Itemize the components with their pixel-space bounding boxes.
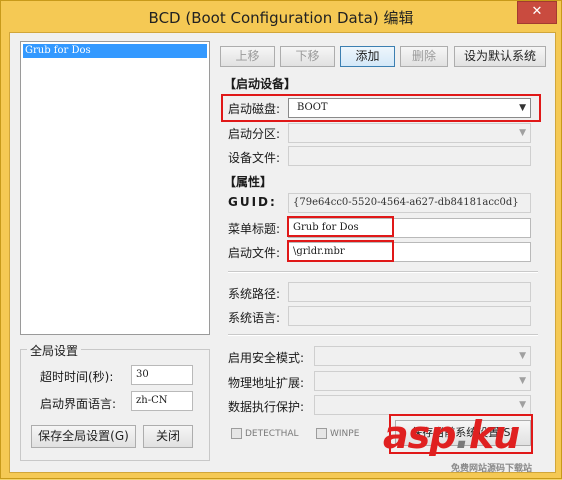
ui-language-label: 启动界面语言: (40, 397, 117, 411)
boot-entry-list[interactable]: Grub for Dos (20, 41, 210, 335)
chevron-down-icon: ▼ (519, 351, 526, 361)
add-button[interactable]: 添加 (340, 46, 395, 67)
checkbox-icon (316, 428, 327, 439)
move-up-button[interactable]: 上移 (220, 46, 275, 67)
global-settings-title: 全局设置 (27, 342, 82, 359)
system-path-input[interactable] (288, 282, 531, 302)
ui-language-input[interactable]: zh-CN (131, 391, 193, 411)
boot-partition-select[interactable]: ▼ (288, 123, 531, 143)
watermark-subtitle: 免费网站源码下载站 (451, 464, 533, 474)
boot-partition-label: 启动分区: (228, 127, 281, 141)
window-title: BCD (Boot Configuration Data) 编辑 (148, 9, 414, 27)
system-language-input[interactable] (288, 306, 531, 326)
bcd-editor-window: BCD (Boot Configuration Data) 编辑 ✕ Grub … (0, 0, 562, 479)
watermark-text: asp.ku (383, 413, 520, 457)
move-down-button[interactable]: 下移 (280, 46, 335, 67)
save-global-settings-button[interactable]: 保存全局设置(G) (31, 425, 136, 448)
close-button[interactable]: 关闭 (143, 425, 193, 448)
divider (228, 334, 538, 336)
pae-select[interactable]: ▼ (314, 371, 531, 391)
dep-label: 数据执行保护: (228, 400, 305, 414)
detecthal-checkbox[interactable]: DETECTHAL (231, 428, 299, 439)
menu-title-highlight (287, 216, 394, 237)
title-bar: BCD (Boot Configuration Data) 编辑 ✕ (1, 1, 561, 33)
menu-title-label: 菜单标题: (228, 222, 281, 236)
timeout-input[interactable]: 30 (131, 365, 193, 385)
boot-device-heading: 【启动设备】 (224, 77, 297, 91)
timeout-label: 超时时间(秒): (40, 370, 114, 384)
properties-heading: 【属性】 (224, 175, 273, 189)
chevron-down-icon: ▼ (519, 376, 526, 386)
safe-mode-label: 启用安全模式: (228, 351, 305, 365)
pae-label: 物理地址扩展: (228, 376, 305, 390)
safe-mode-select[interactable]: ▼ (314, 346, 531, 366)
set-default-button[interactable]: 设为默认系统 (454, 46, 546, 67)
winpe-checkbox[interactable]: WINPE (316, 428, 359, 439)
detecthal-label: DETECTHAL (245, 429, 299, 439)
close-icon: ✕ (531, 4, 543, 19)
system-language-label: 系统语言: (228, 311, 281, 325)
guid-value: {79e64cc0-5520-4564-a627-db84181acc0d} (288, 193, 531, 213)
boot-disk-highlight (221, 94, 541, 122)
checkbox-icon (231, 428, 242, 439)
list-item[interactable]: Grub for Dos (23, 44, 207, 58)
chevron-down-icon: ▼ (519, 128, 526, 138)
boot-file-highlight (287, 240, 394, 262)
close-window-button[interactable]: ✕ (517, 1, 557, 24)
guid-label: GUID: (228, 195, 277, 209)
device-file-input[interactable] (288, 146, 531, 166)
dialog-client-area: Grub for Dos 上移 下移 添加 删除 设为默认系统 【启动设备】 启… (9, 32, 556, 473)
winpe-label: WINPE (330, 429, 360, 439)
system-path-label: 系统路径: (228, 287, 281, 301)
delete-button[interactable]: 删除 (400, 46, 448, 67)
boot-file-label: 启动文件: (228, 246, 281, 260)
divider (228, 271, 538, 273)
device-file-label: 设备文件: (228, 151, 281, 165)
